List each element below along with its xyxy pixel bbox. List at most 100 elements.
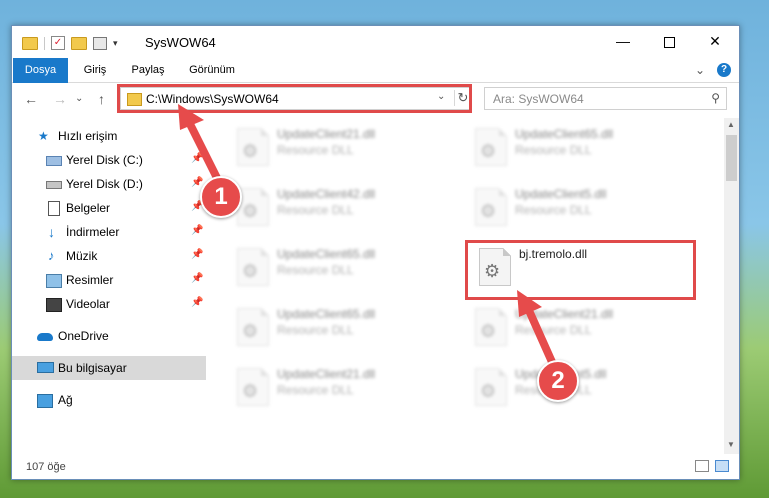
scroll-down-icon[interactable]: ▼ [727, 440, 735, 449]
file-item[interactable]: ⚙ UpdateClient21.dll Resource DLL [227, 120, 453, 170]
search-icon[interactable]: ⚲ [711, 91, 720, 105]
network-icon [37, 394, 53, 408]
sidebar-item-label: Müzik [66, 249, 98, 263]
dll-file-icon: ⚙ [237, 308, 269, 346]
pin-icon[interactable]: 📌 [191, 273, 203, 284]
new-folder-icon[interactable] [71, 36, 87, 50]
search-box[interactable]: Ara: SysWOW64 ⚲ [484, 87, 727, 110]
file-item[interactable]: ⚙ UpdateClient21.dll Resource DLL [465, 300, 691, 350]
file-name: UpdateClient21.dll [277, 367, 376, 381]
status-bar: 107 öğe [12, 455, 739, 479]
sidebar-item-local-disk-d[interactable]: Yerel Disk (D:) 📌 [12, 172, 206, 196]
up-button[interactable]: ↑ [98, 91, 105, 107]
scroll-thumb[interactable] [726, 135, 737, 181]
navigation-pane: ★ Hızlı erişim Yerel Disk (C:) 📌 Yerel D… [12, 118, 206, 454]
file-item[interactable]: ⚙ UpdateClient21.dll Resource DLL [227, 360, 453, 410]
address-bar-highlight [117, 84, 472, 113]
maximize-icon [663, 36, 675, 48]
file-name: UpdateClient65.dll [277, 307, 376, 321]
file-item[interactable]: ⚙ UpdateClient65.dll Resource DLL [227, 240, 453, 290]
file-type: Resource DLL [515, 203, 592, 217]
sidebar-item-downloads[interactable]: ↓ İndirmeler 📌 [12, 220, 206, 244]
window-title: SysWOW64 [145, 35, 216, 50]
properties-icon[interactable] [93, 36, 107, 50]
file-item[interactable]: ⚙ UpdateClient65.dll Resource DLL [465, 120, 691, 170]
file-name: UpdateClient65.dll [277, 247, 376, 261]
tab-share[interactable]: Paylaş [128, 58, 168, 82]
sidebar-item-network[interactable]: Ağ [12, 388, 206, 412]
file-highlight [465, 240, 696, 300]
sidebar-item-label: İndirmeler [66, 225, 120, 239]
pin-icon[interactable]: 📌 [191, 297, 203, 308]
dll-file-icon: ⚙ [237, 128, 269, 166]
file-type: Resource DLL [515, 323, 592, 337]
tab-view[interactable]: Görünüm [184, 58, 240, 82]
file-type: Resource DLL [515, 143, 592, 157]
document-icon [48, 201, 60, 216]
dll-file-icon: ⚙ [475, 368, 507, 406]
file-item[interactable]: ⚙ UpdateClient5.dll Resource DLL [465, 180, 691, 230]
file-name: UpdateClient42.dll [277, 187, 376, 201]
drive-d-icon [46, 181, 62, 189]
sidebar-item-label: Resimler [66, 273, 114, 287]
maximize-button[interactable] [646, 26, 692, 56]
ribbon-tabs: Dosya Giriş Paylaş Görünüm ⌄ ? [12, 58, 739, 108]
file-type: Resource DLL [277, 323, 354, 337]
pin-icon[interactable]: 📌 [191, 249, 203, 260]
scroll-up-icon[interactable]: ▲ [727, 120, 735, 129]
sidebar-item-local-disk-c[interactable]: Yerel Disk (C:) 📌 [12, 148, 206, 172]
sidebar-item-this-pc[interactable]: Bu bilgisayar [12, 356, 206, 380]
file-type: Resource DLL [277, 263, 354, 277]
sidebar-item-label: Ağ [58, 393, 73, 407]
file-name: UpdateClient5.dll [515, 187, 607, 201]
sidebar-item-documents[interactable]: Belgeler 📌 [12, 196, 206, 220]
help-icon[interactable]: ? [717, 63, 731, 77]
sidebar-item-onedrive[interactable]: OneDrive [12, 324, 206, 348]
properties-check-icon[interactable]: ✓ [51, 36, 65, 50]
dll-file-icon: ⚙ [475, 308, 507, 346]
file-name: UpdateClient21.dll [515, 307, 614, 321]
folder-icon[interactable] [22, 36, 38, 50]
sidebar-item-label: Belgeler [66, 201, 111, 215]
pin-icon[interactable]: 📌 [191, 153, 203, 164]
back-button[interactable]: ← [24, 91, 38, 107]
step-marker-2: 2 [537, 360, 579, 402]
sidebar-item-label: Yerel Disk (D:) [66, 177, 143, 191]
computer-icon [37, 362, 54, 373]
sidebar-item-label: Yerel Disk (C:) [66, 153, 143, 167]
quick-access-toolbar: ✓ ▾ [22, 35, 118, 51]
file-item[interactable]: ⚙ UpdateClient65.dll Resource DLL [227, 300, 453, 350]
customize-toolbar-dropdown[interactable]: ▾ [113, 38, 118, 49]
cloud-icon [37, 333, 53, 341]
dll-file-icon: ⚙ [475, 128, 507, 166]
file-name: UpdateClient21.dll [277, 127, 376, 141]
sidebar-item-music[interactable]: ♪ Müzik 📌 [12, 244, 206, 268]
search-placeholder: Ara: SysWOW64 [493, 92, 584, 106]
music-icon: ♪ [48, 248, 55, 263]
close-button[interactable]: ✕ [692, 26, 738, 56]
sidebar-item-label: Videolar [66, 297, 110, 311]
video-icon [46, 298, 62, 312]
item-count: 107 öğe [26, 461, 66, 473]
file-type: Resource DLL [277, 143, 354, 157]
forward-button[interactable]: → [53, 91, 67, 107]
recent-locations-dropdown[interactable]: ⌄ [75, 93, 83, 104]
minimize-button[interactable]: — [600, 26, 646, 56]
tab-home[interactable]: Giriş [78, 58, 112, 82]
pin-icon[interactable]: 📌 [191, 225, 203, 236]
drive-c-icon [46, 156, 62, 166]
file-name: UpdateClient65.dll [515, 127, 614, 141]
vertical-scrollbar[interactable]: ▲ ▼ [724, 118, 739, 454]
file-item[interactable]: ⚙ UpdateClient42.dll Resource DLL [227, 180, 453, 230]
download-icon: ↓ [48, 224, 55, 240]
large-icons-view-icon[interactable] [715, 460, 729, 472]
toolbar-separator [44, 36, 45, 50]
step-marker-1: 1 [200, 176, 242, 218]
sidebar-item-label: Bu bilgisayar [58, 361, 127, 375]
sidebar-item-pictures[interactable]: Resimler 📌 [12, 268, 206, 292]
sidebar-item-quick-access[interactable]: ★ Hızlı erişim [12, 124, 206, 148]
title-bar: ✓ ▾ SysWOW64 — ✕ [12, 26, 739, 58]
sidebar-item-videos[interactable]: Videolar 📌 [12, 292, 206, 316]
ribbon-expand-icon[interactable]: ⌄ [695, 63, 705, 77]
details-view-icon[interactable] [695, 460, 709, 472]
